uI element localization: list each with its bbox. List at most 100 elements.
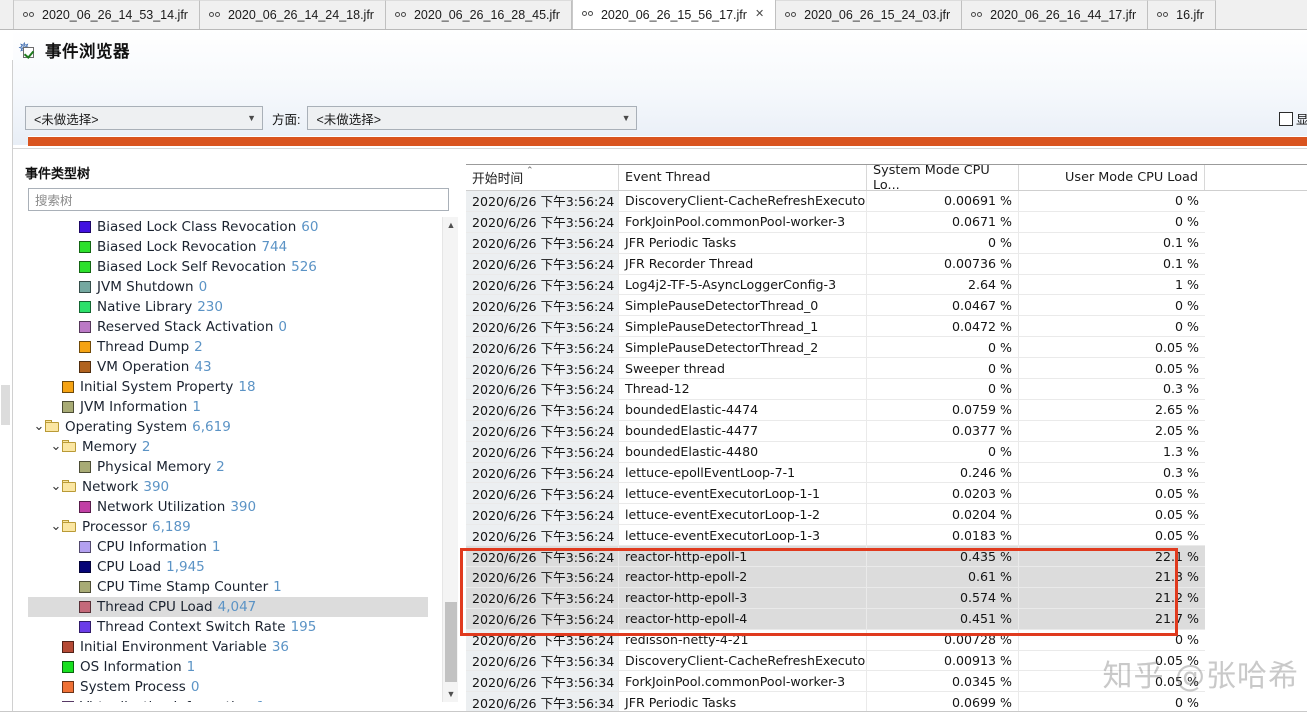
- column-header-event_thread[interactable]: Event Thread: [619, 165, 867, 190]
- editor-tab[interactable]: 16.jfr: [1148, 0, 1216, 29]
- tree-item[interactable]: Network Utilization 390: [28, 497, 428, 517]
- events-table-body[interactable]: 2020/6/26 下午3:56:24 DiscoveryClient-Cache…: [466, 191, 1307, 717]
- editor-tab[interactable]: 2020_06_26_15_56_17.jfr ✕: [571, 0, 777, 29]
- event-type-selector[interactable]: <未做选择> ▼: [25, 106, 263, 130]
- editor-tab[interactable]: 2020_06_26_16_28_45.jfr: [385, 0, 572, 29]
- table-row[interactable]: 2020/6/26 下午3:56:24 lettuce-eventExecutor…: [466, 504, 1307, 526]
- tree-item[interactable]: ⌄ Network 390: [28, 477, 428, 497]
- tree-vertical-scrollbar[interactable]: ▲ ▼: [442, 217, 458, 702]
- tree-item[interactable]: Reserved Stack Activation 0: [28, 317, 428, 337]
- cell-event_thread: SimplePauseDetectorThread_2: [619, 337, 867, 359]
- table-row[interactable]: 2020/6/26 下午3:56:24 SimplePauseDetectorTh…: [466, 337, 1307, 359]
- tree-item[interactable]: OS Information 1: [28, 657, 428, 677]
- table-row[interactable]: 2020/6/26 下午3:56:24 reactor-http-epoll-1 0…: [466, 546, 1307, 568]
- table-row[interactable]: 2020/6/26 下午3:56:24 ForkJoinPool.commonPo…: [466, 211, 1307, 233]
- tree-item[interactable]: CPU Load 1,945: [28, 557, 428, 577]
- table-row[interactable]: 2020/6/26 下午3:56:24 Log4j2-TF-5-AsyncLogg…: [466, 274, 1307, 296]
- table-row[interactable]: 2020/6/26 下午3:56:24 reactor-http-epoll-3 0…: [466, 587, 1307, 609]
- tree-item[interactable]: Initial System Property 18: [28, 377, 428, 397]
- table-row[interactable]: 2020/6/26 下午3:56:34 ForkJoinPool.commonPo…: [466, 671, 1307, 693]
- tree-item[interactable]: Thread Dump 2: [28, 337, 428, 357]
- chevron-down-icon[interactable]: ⌄: [50, 480, 62, 493]
- tree-item[interactable]: Physical Memory 2: [28, 457, 428, 477]
- show-option-checkbox-group[interactable]: 显: [1279, 109, 1307, 128]
- cell-user_mode_cpu: 1.3 %: [1019, 442, 1205, 463]
- editor-tab[interactable]: 2020_06_26_15_24_03.jfr: [776, 0, 963, 29]
- accent-separator-shadow: [13, 146, 1307, 149]
- cell-user_mode_cpu: 0.3 %: [1019, 379, 1205, 400]
- column-header-start_time[interactable]: 开始时间 ⌃: [466, 165, 619, 190]
- tree-search-input[interactable]: 搜索树: [28, 188, 449, 211]
- left-rail-scroll-stub[interactable]: [1, 385, 10, 425]
- tree-item[interactable]: Biased Lock Self Revocation 526: [28, 257, 428, 277]
- show-option-checkbox[interactable]: [1279, 111, 1293, 126]
- table-row[interactable]: 2020/6/26 下午3:56:24 JFR Recorder Thread 0.…: [466, 253, 1307, 275]
- table-row[interactable]: 2020/6/26 下午3:56:24 lettuce-epollEventLoo…: [466, 462, 1307, 484]
- table-row[interactable]: 2020/6/26 下午3:56:24 SimplePauseDetectorTh…: [466, 316, 1307, 338]
- tree-item-label: Biased Lock Class Revocation: [97, 219, 297, 235]
- table-row[interactable]: 2020/6/26 下午3:56:24 lettuce-eventExecutor…: [466, 525, 1307, 547]
- table-row[interactable]: 2020/6/26 下午3:56:34 DiscoveryClient-Cache…: [466, 650, 1307, 672]
- column-header-system_mode_cpu[interactable]: System Mode CPU Lo...: [867, 163, 1019, 193]
- tree-item[interactable]: ⌄ Memory 2: [28, 437, 428, 457]
- tree-item[interactable]: ⌄ Processor 6,189: [28, 517, 428, 537]
- table-row[interactable]: 2020/6/26 下午3:56:24 lettuce-eventExecutor…: [466, 483, 1307, 505]
- event-browser-icon: ✵: [18, 41, 37, 60]
- tree-item-count: 744: [261, 239, 288, 255]
- folder-icon: [45, 420, 60, 433]
- table-row[interactable]: 2020/6/26 下午3:56:24 JFR Periodic Tasks 0 %…: [466, 232, 1307, 254]
- chevron-down-icon[interactable]: ⌄: [50, 520, 62, 533]
- close-icon[interactable]: ✕: [755, 9, 764, 20]
- editor-tab[interactable]: 2020_06_26_14_53_14.jfr: [14, 0, 200, 29]
- cell-event_thread: JFR Recorder Thread: [619, 253, 867, 275]
- cell-user_mode_cpu: 0 %: [1019, 295, 1205, 317]
- scroll-down-icon[interactable]: ▼: [443, 686, 459, 702]
- table-row[interactable]: 2020/6/26 下午3:56:24 reactor-http-epoll-2 0…: [466, 567, 1307, 588]
- editor-tab-bar: 2020_06_26_14_53_14.jfr 2020_06_26_14_24_…: [0, 0, 1307, 30]
- chevron-down-icon[interactable]: ⌄: [50, 440, 62, 453]
- folder-icon: [62, 440, 77, 453]
- tree-item-label: System Process: [80, 679, 186, 695]
- editor-tab[interactable]: 2020_06_26_16_44_17.jfr: [962, 0, 1149, 29]
- cell-user_mode_cpu: 0.05 %: [1019, 651, 1205, 672]
- tree-item[interactable]: ⌄ Operating System 6,619: [28, 417, 428, 437]
- tree-item[interactable]: JVM Shutdown 0: [28, 277, 428, 297]
- tree-item[interactable]: Initial Environment Variable 36: [28, 637, 428, 657]
- editor-tab[interactable]: 2020_06_26_14_24_18.jfr: [199, 0, 386, 29]
- form-header: ✵ 事件浏览器 <未做选择> ▼ 方面: <未做选择> ▼ 显: [13, 30, 1307, 147]
- table-row[interactable]: 2020/6/26 下午3:56:24 reactor-http-epoll-4 0…: [466, 608, 1307, 630]
- tree-item[interactable]: Thread Context Switch Rate 195: [28, 617, 428, 637]
- cell-event_thread: boundedElastic-4477: [619, 420, 867, 442]
- cell-system_mode_cpu: 0.0183 %: [867, 525, 1019, 547]
- facet-selector[interactable]: <未做选择> ▼: [307, 106, 638, 130]
- column-header-user_mode_cpu[interactable]: User Mode CPU Load: [1019, 165, 1205, 190]
- tree-item[interactable]: Biased Lock Revocation 744: [28, 237, 428, 257]
- tree-item-label: OS Information: [80, 659, 182, 675]
- page-title: 事件浏览器: [45, 42, 130, 61]
- table-row[interactable]: 2020/6/26 下午3:56:24 Thread-12 0 % 0.3 %: [466, 379, 1307, 400]
- scroll-up-icon[interactable]: ▲: [443, 217, 459, 233]
- table-row[interactable]: 2020/6/26 下午3:56:24 redisson-netty-4-21 0.…: [466, 629, 1307, 651]
- tree-item[interactable]: CPU Information 1: [28, 537, 428, 557]
- cell-start_time: 2020/6/26 下午3:56:24: [466, 441, 619, 463]
- table-row[interactable]: 2020/6/26 下午3:56:24 boundedElastic-4477 0.…: [466, 420, 1307, 442]
- tree-item[interactable]: VM Operation 43: [28, 357, 428, 377]
- cell-system_mode_cpu: 0 %: [867, 379, 1019, 400]
- tree-item[interactable]: Virtualization Information 1: [28, 697, 428, 702]
- tree-scrollbar-thumb[interactable]: [445, 602, 457, 682]
- table-row[interactable]: 2020/6/26 下午3:56:24 SimplePauseDetectorTh…: [466, 295, 1307, 317]
- chevron-down-icon[interactable]: ⌄: [33, 420, 45, 433]
- tree-item[interactable]: CPU Time Stamp Counter 1: [28, 577, 428, 597]
- tree-item[interactable]: Thread CPU Load 4,047: [28, 597, 428, 617]
- column-header-label: User Mode CPU Load: [1065, 170, 1198, 185]
- table-row[interactable]: 2020/6/26 下午3:56:24 boundedElastic-4474 0.…: [466, 399, 1307, 421]
- tree-item[interactable]: Native Library 230: [28, 297, 428, 317]
- event-type-tree[interactable]: Biased Lock Class Revocation 60 Biased Loc…: [28, 217, 449, 702]
- table-row[interactable]: 2020/6/26 下午3:56:24 DiscoveryClient-Cache…: [466, 191, 1307, 212]
- cell-user_mode_cpu: 0.3 %: [1019, 463, 1205, 484]
- tree-item[interactable]: Biased Lock Class Revocation 60: [28, 217, 428, 237]
- tree-item[interactable]: JVM Information 1: [28, 397, 428, 417]
- table-row[interactable]: 2020/6/26 下午3:56:24 boundedElastic-4480 0 …: [466, 441, 1307, 463]
- table-row[interactable]: 2020/6/26 下午3:56:24 Sweeper thread 0 % 0.05…: [466, 358, 1307, 380]
- tree-item[interactable]: System Process 0: [28, 677, 428, 697]
